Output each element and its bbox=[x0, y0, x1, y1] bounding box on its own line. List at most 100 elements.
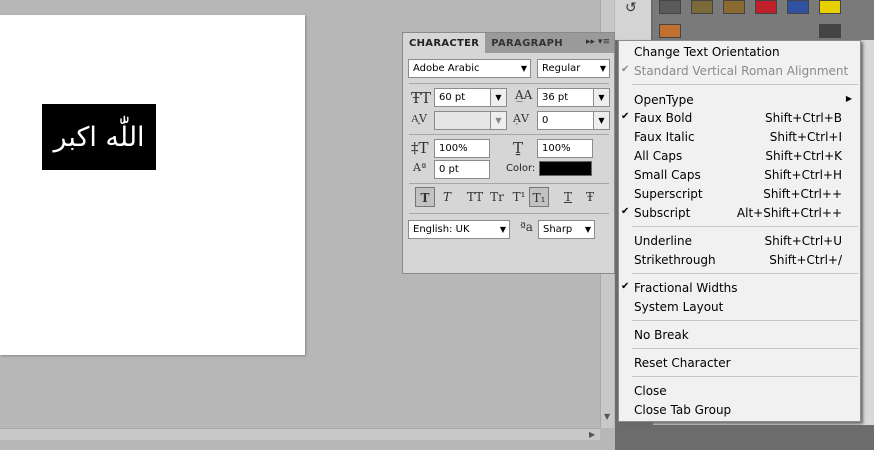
style-swatch[interactable] bbox=[787, 0, 809, 14]
style-swatch[interactable] bbox=[819, 24, 841, 38]
menu-item-shortcut: Shift+Ctrl++ bbox=[763, 187, 842, 201]
font-style-select[interactable]: Regular ▼ bbox=[537, 59, 610, 78]
tab-paragraph[interactable]: PARAGRAPH bbox=[485, 33, 569, 53]
vertical-scale-icon: ‡T bbox=[411, 139, 429, 157]
menu-item-label: No Break bbox=[634, 328, 689, 342]
menu-item-strikethrough[interactable]: Strikethrough Shift+Ctrl+/ bbox=[619, 251, 860, 270]
menu-separator bbox=[632, 84, 858, 85]
chevron-down-icon: ▼ bbox=[599, 64, 606, 73]
menu-item-superscript[interactable]: Superscript Shift+Ctrl++ bbox=[619, 185, 860, 204]
tab-character[interactable]: CHARACTER bbox=[403, 33, 486, 53]
leading-field[interactable]: 36 pt ▼ bbox=[537, 88, 610, 107]
menu-item-label: OpenType bbox=[634, 93, 694, 107]
menu-item-label: Subscript bbox=[634, 206, 691, 220]
baseline-shift-icon: Aª bbox=[413, 161, 427, 174]
menu-item-change-text-orientation[interactable]: Change Text Orientation bbox=[619, 43, 860, 62]
chevron-down-icon: ▼ bbox=[584, 225, 591, 234]
horizontal-scrollbar[interactable]: ▶ bbox=[0, 428, 600, 440]
menu-item-faux-italic[interactable]: Faux Italic Shift+Ctrl+I bbox=[619, 128, 860, 147]
menu-item-label: Close bbox=[634, 384, 667, 398]
font-size-value: 60 pt bbox=[439, 92, 466, 103]
menu-item-fractional-widths[interactable]: ✔ Fractional Widths bbox=[619, 279, 860, 298]
history-icon[interactable]: ↺ bbox=[625, 0, 637, 16]
chevron-down-icon[interactable]: ▼ bbox=[490, 112, 506, 129]
menu-item-all-caps[interactable]: All Caps Shift+Ctrl+K bbox=[619, 147, 860, 166]
menu-item-shortcut: Shift+Ctrl+/ bbox=[769, 253, 842, 267]
leading-value: 36 pt bbox=[542, 92, 569, 103]
font-family-select[interactable]: Adobe Arabic ▼ bbox=[408, 59, 531, 78]
font-size-field[interactable]: 60 pt ▼ bbox=[434, 88, 507, 107]
panel-menu-icon[interactable]: ▸▸ ▾≡ bbox=[586, 37, 610, 47]
strikethrough-button[interactable]: Ŧ bbox=[580, 187, 600, 207]
faux-italic-button[interactable]: T bbox=[437, 187, 457, 207]
baseline-shift-field[interactable]: 0 pt bbox=[434, 160, 490, 179]
antialias-icon: ªa bbox=[520, 220, 533, 234]
menu-item-subscript[interactable]: ✔ Subscript Alt+Shift+Ctrl++ bbox=[619, 204, 860, 223]
vertical-scale-field[interactable]: 100% bbox=[434, 139, 490, 158]
menu-item-shortcut: Shift+Ctrl+H bbox=[764, 168, 842, 182]
checkmark-icon: ✔ bbox=[621, 206, 630, 217]
menu-item-shortcut: Shift+Ctrl+K bbox=[765, 149, 842, 163]
menu-item-label: All Caps bbox=[634, 149, 683, 163]
language-select[interactable]: English: UK ▼ bbox=[408, 220, 510, 239]
submenu-arrow-icon: ▶ bbox=[845, 94, 852, 103]
style-swatch[interactable] bbox=[819, 0, 841, 14]
style-swatch[interactable] bbox=[755, 0, 777, 14]
style-swatch[interactable] bbox=[691, 0, 713, 14]
menu-item-label: Change Text Orientation bbox=[634, 45, 780, 59]
scroll-right-arrow-icon[interactable]: ▶ bbox=[589, 430, 595, 439]
chevron-down-icon[interactable]: ▼ bbox=[593, 112, 609, 129]
menu-separator bbox=[632, 273, 858, 274]
checkmark-icon: ✔ bbox=[621, 64, 630, 75]
divider bbox=[409, 83, 609, 84]
menu-item-shortcut: Shift+Ctrl+B bbox=[765, 111, 842, 125]
horizontal-scale-field[interactable]: 100% bbox=[537, 139, 593, 158]
menu-item-shortcut: Shift+Ctrl+I bbox=[769, 130, 842, 144]
chevron-down-icon: ▼ bbox=[499, 225, 506, 234]
tracking-icon: A̦V bbox=[513, 112, 529, 125]
tracking-field[interactable]: 0 ▼ bbox=[537, 111, 610, 130]
menu-item-faux-bold[interactable]: ✔ Faux Bold Shift+Ctrl+B bbox=[619, 109, 860, 128]
color-label: Color: bbox=[506, 163, 536, 174]
scroll-down-arrow-icon[interactable]: ▼ bbox=[604, 412, 610, 421]
kerning-field[interactable]: ▼ bbox=[434, 111, 507, 130]
menu-item-standard-vertical-roman-alignment[interactable]: ✔ Standard Vertical Roman Alignment bbox=[619, 62, 860, 81]
antialias-select[interactable]: Sharp ▼ bbox=[538, 220, 595, 239]
style-swatch[interactable] bbox=[659, 24, 681, 38]
menu-item-system-layout[interactable]: System Layout bbox=[619, 298, 860, 317]
antialias-value: Sharp bbox=[543, 224, 573, 235]
baseline-shift-value: 0 pt bbox=[439, 164, 459, 175]
menu-item-close-tab-group[interactable]: Close Tab Group bbox=[619, 401, 860, 420]
character-panel-menu: Change Text Orientation ✔ Standard Verti… bbox=[618, 40, 861, 422]
document-canvas[interactable]: اللّٰه اكبر bbox=[0, 15, 305, 355]
menu-item-close[interactable]: Close bbox=[619, 382, 860, 401]
menu-item-label: Small Caps bbox=[634, 168, 701, 182]
font-size-icon: ŦT bbox=[411, 89, 432, 107]
subscript-button[interactable]: T₁ bbox=[529, 187, 549, 207]
color-swatch[interactable] bbox=[539, 161, 592, 176]
styles-panel bbox=[653, 0, 874, 40]
divider bbox=[409, 213, 609, 214]
chevron-down-icon[interactable]: ▼ bbox=[593, 89, 609, 106]
menu-item-reset-character[interactable]: Reset Character bbox=[619, 354, 860, 373]
checkmark-icon: ✔ bbox=[621, 111, 630, 122]
underline-button[interactable]: T bbox=[558, 187, 578, 207]
small-caps-button[interactable]: Tr bbox=[487, 187, 507, 207]
menu-item-underline[interactable]: Underline Shift+Ctrl+U bbox=[619, 232, 860, 251]
all-caps-button[interactable]: TT bbox=[465, 187, 485, 207]
chevron-down-icon[interactable]: ▼ bbox=[490, 89, 506, 106]
style-swatch[interactable] bbox=[723, 0, 745, 14]
horizontal-scale-value: 100% bbox=[542, 143, 571, 154]
menu-item-opentype[interactable]: OpenType ▶ bbox=[619, 91, 860, 110]
font-style-value: Regular bbox=[542, 63, 581, 74]
tracking-value: 0 bbox=[542, 115, 549, 126]
menu-item-shortcut: Alt+Shift+Ctrl++ bbox=[736, 206, 842, 220]
faux-bold-button[interactable]: T bbox=[415, 187, 435, 207]
menu-separator bbox=[632, 320, 858, 321]
menu-item-no-break[interactable]: No Break bbox=[619, 326, 860, 345]
style-swatch[interactable] bbox=[659, 0, 681, 14]
superscript-button[interactable]: T¹ bbox=[509, 187, 529, 207]
menu-item-shortcut: Shift+Ctrl+U bbox=[764, 234, 842, 248]
menu-item-small-caps[interactable]: Small Caps Shift+Ctrl+H bbox=[619, 166, 860, 185]
canvas-text-layer[interactable]: اللّٰه اكبر bbox=[42, 104, 156, 170]
